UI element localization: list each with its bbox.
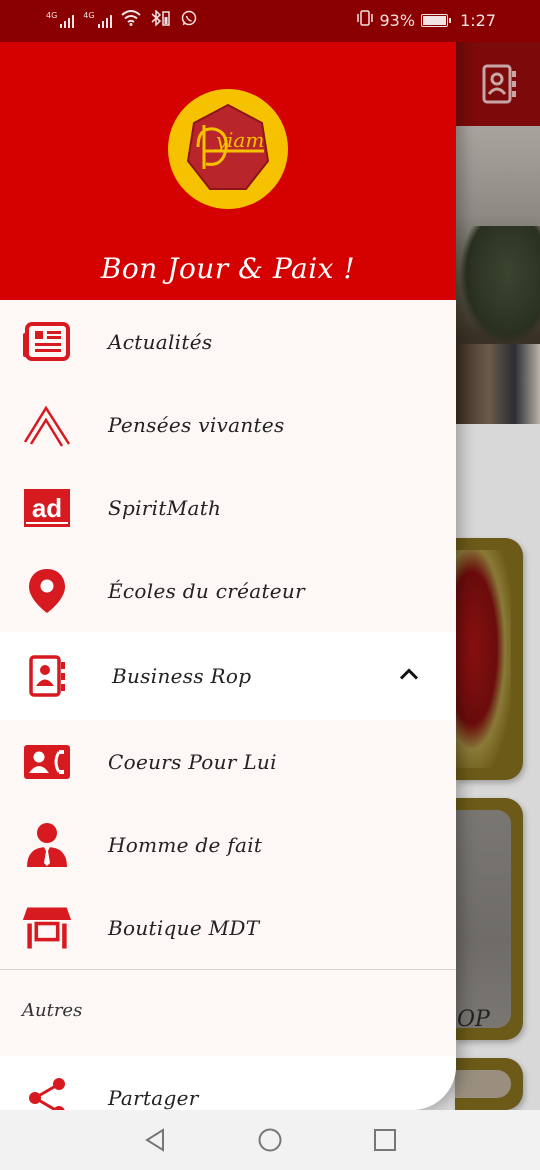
contact-phone-icon	[22, 737, 72, 787]
newspaper-icon	[22, 317, 72, 367]
submenu-item-label: Coeurs Pour Lui	[108, 749, 277, 774]
submenu-item-label: Homme de fait	[108, 832, 263, 857]
menu-item-partager[interactable]: Partager	[0, 1056, 456, 1110]
store-icon	[22, 903, 72, 953]
menu-item-label: Écoles du créateur	[108, 578, 305, 603]
system-navigation-bar	[0, 1110, 540, 1170]
businessman-icon	[22, 820, 72, 870]
menu-item-actualites[interactable]: Actualités	[0, 300, 456, 383]
submenu-item-homme-de-fait[interactable]: Homme de fait	[0, 803, 456, 886]
status-bar: 4G 4G 93% 1:27	[0, 0, 540, 42]
wifi-icon	[120, 10, 141, 30]
ad-badge-icon: ad	[22, 483, 72, 533]
chevron-up-icon[interactable]	[398, 667, 420, 686]
menu-section-label: Business Rop	[112, 664, 252, 688]
share-icon	[22, 1073, 72, 1110]
cellular-signal-icon: 4G	[46, 12, 75, 28]
contact-book-icon	[478, 62, 520, 106]
menu-item-spiritmath[interactable]: ad SpiritMath	[0, 466, 456, 549]
whatsapp-icon	[181, 10, 197, 30]
greeting-text: Bon Jour & Paix !	[100, 252, 356, 285]
mountain-peak-icon	[22, 400, 72, 450]
bluetooth-battery-icon	[150, 9, 172, 30]
submenu-item-coeurs-pour-lui[interactable]: Coeurs Pour Lui	[0, 720, 456, 803]
menu-item-label: Partager	[108, 1085, 199, 1110]
battery-icon	[421, 13, 452, 27]
navigation-drawer: yiam Bon Jour & Paix ! Actualités Pensée…	[0, 0, 456, 1110]
background-card-label: OP	[457, 1007, 490, 1032]
submenu-item-boutique-mdt[interactable]: Boutique MDT	[0, 886, 456, 969]
menu-group-title: Autres	[0, 970, 456, 1056]
drawer-header: yiam Bon Jour & Paix !	[0, 42, 456, 300]
battery-percentage: 93%	[379, 10, 416, 30]
svg-text:yiam: yiam	[215, 128, 265, 152]
menu-item-label: SpiritMath	[108, 495, 222, 520]
background-card	[455, 538, 523, 780]
menu-item-pensees-vivantes[interactable]: Pensées vivantes	[0, 383, 456, 466]
menu-item-label: Actualités	[108, 329, 213, 354]
background-photo	[455, 126, 540, 424]
menu-section-business-rop[interactable]: Business Rop	[0, 632, 456, 720]
clock: 1:27	[460, 10, 496, 30]
menu-item-label: Pensées vivantes	[108, 412, 285, 437]
home-icon[interactable]	[257, 1128, 283, 1156]
location-pin-icon	[22, 566, 72, 616]
background-card	[455, 1058, 523, 1110]
svg-text:ad: ad	[32, 493, 62, 523]
submenu-item-label: Boutique MDT	[108, 915, 260, 940]
background-card: OP	[455, 798, 523, 1040]
vibrate-icon	[356, 10, 374, 30]
menu-item-ecoles-du-createur[interactable]: Écoles du créateur	[0, 549, 456, 632]
drawer-menu: Actualités Pensées vivantes ad SpiritMat	[0, 300, 456, 1110]
recents-icon[interactable]	[373, 1128, 397, 1156]
cellular-signal-icon: 4G	[83, 12, 112, 28]
back-icon[interactable]	[143, 1128, 167, 1156]
app-logo: yiam	[168, 89, 288, 209]
contact-book-icon	[22, 651, 72, 701]
